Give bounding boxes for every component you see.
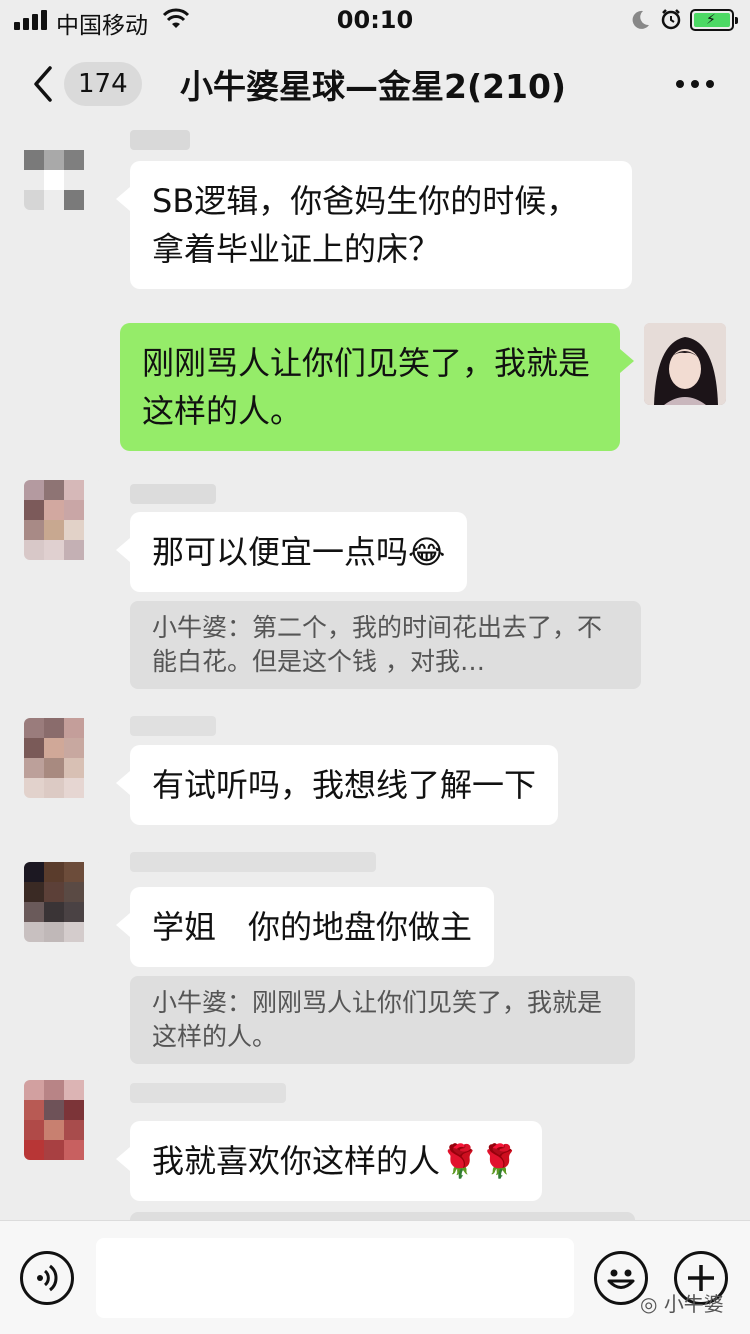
avatar[interactable] (24, 862, 104, 942)
message-bubble[interactable]: 我就喜欢你这样的人🌹🌹 (116, 1121, 542, 1201)
chevron-left-icon[interactable] (30, 64, 54, 104)
alarm-icon (661, 9, 681, 30)
nickname-blur (130, 716, 216, 736)
quoted-message[interactable]: 小牛婆：刚刚骂人让你们见笑了，我就是这样的人。 (130, 976, 635, 1064)
avatar[interactable] (24, 1080, 104, 1160)
nickname-blur (130, 852, 376, 872)
nickname-blur (130, 484, 216, 504)
unread-count-badge[interactable]: 174 (64, 62, 142, 106)
wechat-official-account-icon: ◎ (640, 1292, 664, 1316)
watermark: ◎ 小牛婆 (640, 1288, 724, 1317)
message-bubble[interactable]: 那可以便宜一点吗😂 (115, 512, 468, 592)
avatar[interactable] (24, 718, 104, 798)
message-bubble[interactable]: 有试听吗，我想线了解一下 (115, 745, 559, 825)
chat-title: 小牛婆星球—金星2(210) (180, 67, 567, 106)
avatar[interactable] (24, 130, 104, 210)
watermark-text: 小牛婆 (663, 1292, 724, 1316)
nav-bar: 174 小牛婆星球—金星2(210) (0, 40, 750, 128)
avatar[interactable] (24, 480, 104, 560)
nickname-blur (130, 1083, 286, 1103)
voice-icon[interactable] (20, 1251, 74, 1305)
message-input[interactable] (96, 1238, 574, 1318)
battery-icon: ⚡ (690, 9, 738, 31)
more-dots-icon[interactable] (676, 80, 714, 88)
moon-icon (632, 10, 649, 29)
chat-area[interactable]: SB逻辑，你爸妈生你的时候，拿着毕业证上的床？ 刚刚骂人让你们见笑了，我就是这样… (0, 128, 750, 1220)
message-bubble[interactable]: 学姐 你的地盘你做主 (115, 887, 495, 967)
status-bar: 中国移动 00:10 ⚡ (0, 0, 750, 40)
quoted-message-partial[interactable] (130, 1212, 635, 1220)
input-bar (0, 1220, 750, 1334)
message-bubble[interactable]: SB逻辑，你爸妈生你的时候，拿着毕业证上的床？ (116, 161, 632, 289)
avatar-photo-icon (644, 323, 726, 405)
nickname-blur (130, 130, 190, 150)
quoted-message[interactable]: 小牛婆：第二个，我的时间花出去了，不能白花。但是这个钱 ，对我… (130, 601, 641, 689)
message-bubble-mine[interactable]: 刚刚骂人让你们见笑了，我就是这样的人。 (120, 323, 634, 451)
avatar[interactable] (644, 323, 726, 405)
